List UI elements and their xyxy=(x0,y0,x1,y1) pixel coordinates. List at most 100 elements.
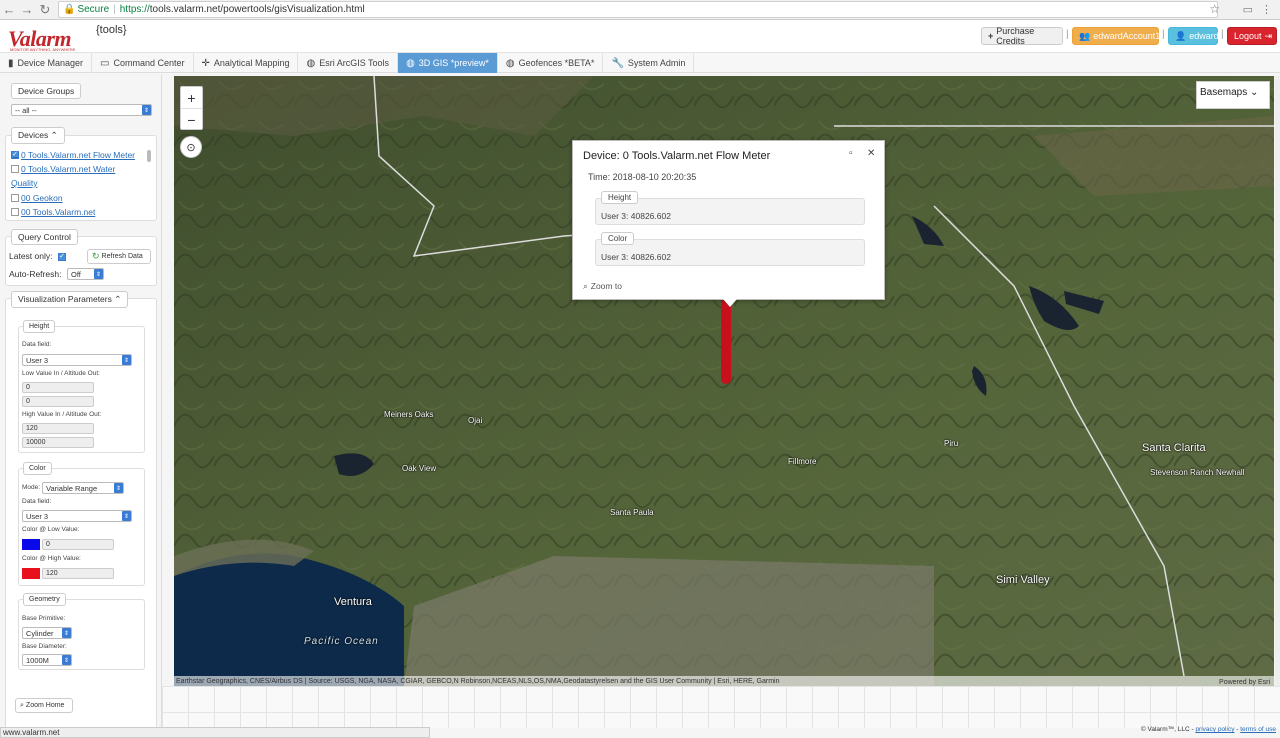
terms-of-use-link[interactable]: terms of use xyxy=(1240,726,1276,733)
url-scheme: https:// xyxy=(119,4,150,15)
height-high-out-input[interactable]: 10000 xyxy=(22,437,94,448)
device-checkbox[interactable]: ✓ xyxy=(11,151,19,159)
users-icon: 👥 xyxy=(1079,30,1091,41)
globe-icon: ◍ xyxy=(306,57,316,69)
device-height-bar[interactable] xyxy=(721,298,731,384)
menu-icon[interactable]: ⋮ xyxy=(1261,3,1272,16)
high-color-swatch[interactable] xyxy=(22,568,40,579)
popup-height-box: Height User 3: 40826.602 xyxy=(595,191,865,225)
tab-esri-arcgis-tools[interactable]: ◍ Esri ArcGIS Tools xyxy=(298,53,399,73)
zoom-in-button[interactable]: + xyxy=(181,87,202,109)
purchase-credits-button[interactable]: + Purchase Credits xyxy=(981,26,1063,46)
forward-arrow-icon[interactable]: → xyxy=(18,2,36,17)
base-diameter-select[interactable]: 1000M ⇕ xyxy=(22,654,72,666)
map-grid-background xyxy=(162,686,1280,728)
height-legend: Height xyxy=(23,320,56,333)
sidebar: Device Groups -- all -- ⇕ Devices ⌃ ✓ 0 … xyxy=(0,74,162,738)
zoom-home-button[interactable]: ⌕ Zoom Home xyxy=(15,698,73,713)
status-url: www.valarm.net xyxy=(0,727,430,738)
logout-button[interactable]: Logout ⇥ xyxy=(1227,27,1277,45)
color-mode-select[interactable]: Variable Range ⇕ xyxy=(42,482,124,494)
map-place-label: Ojai xyxy=(468,416,483,425)
base-primitive-select[interactable]: Cylinder ⇕ xyxy=(22,627,72,639)
magnifier-icon: ⌕ xyxy=(583,281,588,291)
device-checkbox[interactable] xyxy=(11,165,19,173)
select-arrow-icon: ⇕ xyxy=(122,511,131,521)
cast-icon[interactable]: ▭ xyxy=(1243,3,1253,16)
account-button[interactable]: 👥 edwardAccount1 xyxy=(1072,27,1160,45)
color-data-field-select[interactable]: User 3 ⇕ xyxy=(22,510,132,522)
reload-icon[interactable]: ↻ xyxy=(36,2,54,18)
plus-icon: + xyxy=(988,31,994,41)
map-place-label: Santa Clarita xyxy=(1142,442,1206,454)
map-place-label: Oak View xyxy=(402,464,437,473)
tab-label: Command Center xyxy=(113,58,185,68)
select-arrow-icon: ⇕ xyxy=(94,269,103,279)
height-low-in-input[interactable]: 0 xyxy=(22,382,94,393)
tab-device-manager[interactable]: ▮ Device Manager xyxy=(0,53,93,73)
device-item[interactable]: Quality xyxy=(11,178,37,188)
device-popup: Device: 0 Tools.Valarm.net Flow Meter ▫ … xyxy=(572,140,885,307)
query-control-legend[interactable]: Query Control xyxy=(11,229,78,245)
device-item[interactable]: 00 Tools.Valarm.net xyxy=(11,207,95,217)
user-button[interactable]: 👤 edward xyxy=(1168,27,1219,45)
tab-label: 3D GIS *preview* xyxy=(418,58,489,68)
map-place-label: Ventura xyxy=(334,596,372,608)
device-item[interactable]: 00 Geokon xyxy=(11,193,63,203)
auto-refresh-select[interactable]: Off ⇕ xyxy=(67,268,104,280)
low-color-swatch[interactable] xyxy=(22,539,40,550)
zoom-out-button[interactable]: − xyxy=(181,109,202,131)
map-attribution: Earthstar Geographics, CNES/Airbus DS | … xyxy=(174,676,1274,686)
browser-extensions: ▭ ⋮ xyxy=(1243,3,1272,16)
page-scrollbar[interactable] xyxy=(1275,76,1280,686)
device-checkbox[interactable] xyxy=(11,208,19,216)
globe-icon: ◍ xyxy=(505,57,515,69)
zoom-to-link[interactable]: ⌕ Zoom to xyxy=(583,281,622,292)
devices-legend[interactable]: Devices ⌃ xyxy=(11,127,65,144)
crosshair-icon: ✛ xyxy=(201,57,210,69)
close-icon[interactable]: ✕ xyxy=(867,148,875,159)
bookmark-star-icon[interactable]: ☆ xyxy=(1209,2,1220,16)
main-tabs: ▮ Device Manager ▭ Command Center ✛ Analytica… xyxy=(0,53,1280,73)
height-low-out-input[interactable]: 0 xyxy=(22,396,94,407)
device-item[interactable]: 0 Tools.Valarm.net Water xyxy=(11,164,115,174)
latest-only-checkbox[interactable]: ✓ xyxy=(58,253,66,261)
visualization-legend[interactable]: Visualization Parameters ⌃ xyxy=(11,291,129,308)
map-place-label: Fillmore xyxy=(788,457,817,466)
map-place-label: Piru xyxy=(944,439,959,448)
tab-system-admin[interactable]: 🔧 System Admin xyxy=(603,53,695,73)
basemaps-button[interactable]: Basemaps ⌄ xyxy=(1196,81,1270,109)
tab-analytical-mapping[interactable]: ✛ Analytical Mapping xyxy=(194,53,299,73)
dock-icon[interactable]: ▫ xyxy=(849,148,853,159)
magnifier-icon: ⌕ xyxy=(20,701,24,709)
privacy-policy-link[interactable]: privacy policy xyxy=(1195,726,1234,733)
address-bar[interactable]: 🔒 Secure | https:// tools.valarm.net/pow… xyxy=(58,1,1218,18)
globe-icon: ◍ xyxy=(406,57,415,69)
back-arrow-icon[interactable]: ← xyxy=(0,2,18,17)
logout-icon: ⇥ xyxy=(1264,30,1273,41)
powered-by-esri[interactable]: Powered by Esri xyxy=(1219,679,1270,686)
url-path: tools.valarm.net/powertools/gisVisualiza… xyxy=(149,4,365,15)
color-low-input[interactable]: 0 xyxy=(42,539,114,550)
device-checkbox[interactable] xyxy=(11,194,19,202)
device-item[interactable]: ✓ 0 Tools.Valarm.net Flow Meter xyxy=(11,150,135,160)
device-groups-legend[interactable]: Device Groups xyxy=(11,83,82,99)
tab-command-center[interactable]: ▭ Command Center xyxy=(92,53,194,73)
wrench-icon: 🔧 xyxy=(611,57,624,69)
popup-time: Time: 2018-08-10 20:20:35 xyxy=(588,172,697,182)
devices-scrollbar[interactable] xyxy=(147,150,151,162)
chevron-up-icon: ⌃ xyxy=(50,130,58,140)
height-high-in-input[interactable]: 120 xyxy=(22,423,94,434)
map-place-label: Santa Paula xyxy=(610,508,654,517)
device-group-select[interactable]: -- all -- ⇕ xyxy=(11,104,152,116)
logo-tagline: MONITOR ANYTHING, ANYWHERE xyxy=(10,47,76,52)
tab-3d-gis-preview[interactable]: ◍ 3D GIS *preview* xyxy=(398,53,498,73)
tab-geofences-beta[interactable]: ◍ Geofences *BETA* xyxy=(498,53,604,73)
compass-icon[interactable]: ⊙ xyxy=(180,136,202,158)
footer-copyright: © Valarm™, LLC - privacy policy - terms … xyxy=(1140,726,1276,733)
chevron-down-icon: ⌄ xyxy=(1250,87,1259,98)
color-high-input[interactable]: 120 xyxy=(42,568,114,579)
height-data-field-select[interactable]: User 3 ⇕ xyxy=(22,354,132,366)
refresh-data-button[interactable]: ↻ Refresh Data xyxy=(87,249,151,264)
tab-label: Device Manager xyxy=(17,58,84,68)
